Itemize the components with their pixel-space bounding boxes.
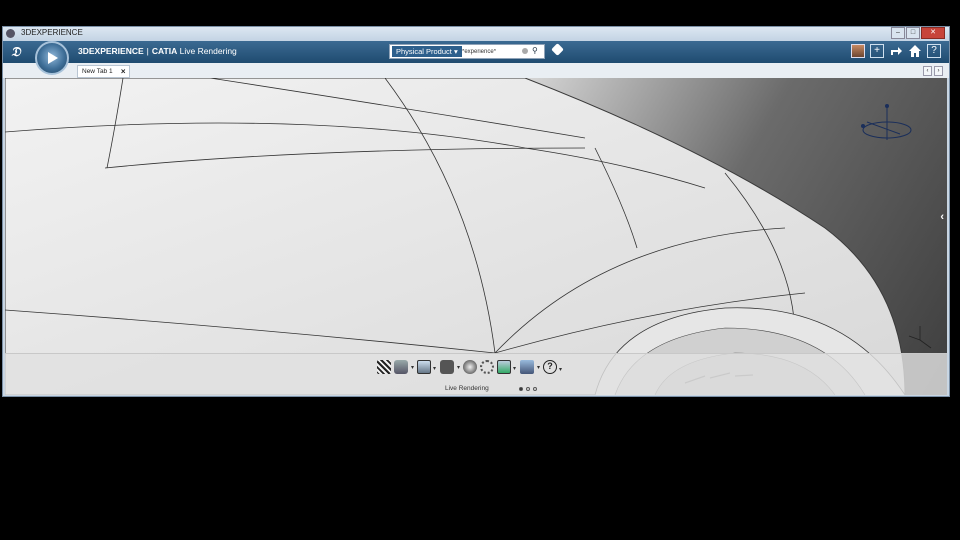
search-scope-label: Physical Product: [396, 47, 452, 56]
app-window-icon: [6, 29, 15, 38]
os-window-title: 3DEXPERIENCE: [21, 28, 83, 37]
app-title: 3DEXPERIENCE | CATIA Live Rendering: [78, 46, 237, 56]
share-icon[interactable]: [889, 44, 903, 58]
tag-icon[interactable]: [551, 43, 564, 56]
help-icon[interactable]: ? ▾: [543, 360, 562, 374]
pager-dot[interactable]: [526, 387, 530, 391]
clear-search-icon[interactable]: [522, 48, 528, 54]
play-icon: [48, 52, 58, 64]
home-icon[interactable]: [908, 44, 922, 58]
tab-new-tab-1[interactable]: New Tab 1 ×: [77, 65, 130, 78]
search-icon[interactable]: ⚲: [532, 46, 538, 55]
panel-expand-chevron-icon[interactable]: ‹: [940, 211, 944, 223]
title-separator: |: [146, 46, 149, 56]
module-name: Live Rendering: [179, 46, 237, 56]
tab-scroll-left-icon[interactable]: ‹: [923, 66, 932, 76]
pager-dot[interactable]: [519, 387, 523, 391]
dassault-logo-icon: 𝔇: [11, 44, 21, 59]
search-input[interactable]: [462, 46, 520, 57]
help-glyph: ?: [547, 361, 553, 371]
application-window: 3DEXPERIENCE – □ ✕ 𝔇 3DEXPERIENCE | CATIA …: [2, 26, 950, 397]
car-fender-model: [5, 78, 932, 395]
compass-play-button[interactable]: [35, 41, 69, 75]
3d-viewport[interactable]: ‹ ▾ ▾ ▾ ▾ ▾ ? ▾ Live Rendering: [5, 78, 947, 395]
settings-icon[interactable]: [480, 360, 494, 374]
os-titlebar[interactable]: 3DEXPERIENCE – □ ✕: [3, 27, 949, 41]
tab-scroll-arrows: ‹ ›: [923, 66, 943, 76]
product-name: CATIA: [151, 46, 178, 56]
tab-label: New Tab 1: [82, 68, 113, 75]
tab-scroll-right-icon[interactable]: ›: [934, 66, 943, 76]
material-icon[interactable]: ▾: [394, 360, 414, 374]
search-scope-dropdown[interactable]: Physical Product ▾: [392, 46, 462, 57]
app-header-bar: 𝔇 3DEXPERIENCE | CATIA Live Rendering Phys…: [3, 41, 949, 75]
window-controls: – □ ✕: [890, 27, 945, 39]
maximize-button[interactable]: □: [906, 27, 920, 39]
top-right-actions: + ?: [851, 44, 941, 58]
action-bar-label: Live Rendering: [445, 385, 489, 392]
clapperboard-icon[interactable]: [377, 360, 391, 374]
search-box: Physical Product ▾ ⚲: [389, 44, 545, 59]
avatar[interactable]: [851, 44, 865, 58]
render-icon[interactable]: [463, 360, 477, 374]
brand-name: 3DEXPERIENCE: [78, 46, 144, 56]
document-icon[interactable]: ▾: [497, 360, 516, 374]
help-icon[interactable]: ?: [927, 44, 941, 58]
action-bar-tools: ▾ ▾ ▾ ▾ ▾ ? ▾: [377, 360, 562, 374]
environment-icon[interactable]: ▾: [417, 360, 436, 374]
pager-dot[interactable]: [533, 387, 537, 391]
tab-strip: New Tab 1 × ‹ ›: [3, 63, 949, 78]
options-icon[interactable]: ▾: [520, 360, 540, 374]
minimize-button[interactable]: –: [891, 27, 905, 39]
close-window-button[interactable]: ✕: [921, 27, 945, 39]
camera-icon[interactable]: ▾: [440, 360, 460, 374]
action-bar-pager[interactable]: [519, 387, 537, 391]
plus-icon[interactable]: +: [870, 44, 884, 58]
close-tab-icon[interactable]: ×: [121, 66, 126, 77]
action-bar: ▾ ▾ ▾ ▾ ▾ ? ▾ Live Rendering: [5, 353, 947, 395]
